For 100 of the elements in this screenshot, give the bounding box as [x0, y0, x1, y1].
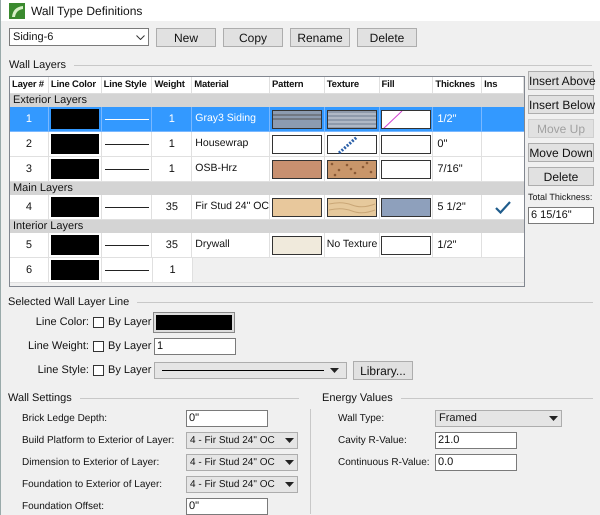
- table-cell-text: Housewrap: [195, 136, 248, 152]
- dropdown-arrow-icon: [285, 482, 294, 486]
- field-label: Foundation Offset:: [21, 500, 106, 514]
- table-cell-text: 7/16": [437, 162, 463, 177]
- column-header[interactable]: Line Color: [48, 77, 102, 93]
- line-color-swatch: [50, 109, 99, 129]
- text-field[interactable]: 21.0: [435, 432, 517, 448]
- library-button[interactable]: Library...: [353, 361, 413, 380]
- wall-type-dropdown[interactable]: Siding-6: [9, 28, 149, 46]
- total-thickness-field[interactable]: 6 15/16": [528, 206, 594, 224]
- field-label: Dimension to Exterior of Layer:: [21, 456, 160, 470]
- side-button[interactable]: Delete: [528, 167, 594, 186]
- field-label: Cavity R-Value:: [337, 434, 408, 448]
- field-label: Foundation to Exterior of Layer:: [21, 478, 164, 492]
- toolbar-button[interactable]: Delete: [357, 28, 417, 46]
- dropdown[interactable]: 4 - Fir Stud 24" OC: [186, 432, 298, 448]
- section-title: Wall Layers: [9, 58, 66, 73]
- column-header[interactable]: Texture: [324, 77, 380, 93]
- table-cell-text: 5 1/2": [437, 200, 466, 215]
- text-field[interactable]: 0": [186, 498, 268, 514]
- table-cell-text: 5: [26, 238, 32, 253]
- line-style-dropdown[interactable]: [154, 362, 347, 379]
- line-color-swatch: [50, 159, 99, 179]
- dropdown-arrow-icon: [285, 460, 294, 464]
- app-logo-icon: [9, 2, 25, 18]
- total-thickness-label: Total Thickness:: [528, 191, 594, 204]
- table-cell-text: 1/2": [437, 238, 457, 253]
- table-cell-text: 1: [169, 262, 176, 278]
- window-title: Wall Type Definitions: [31, 2, 142, 20]
- field-label: Line Weight:: [27, 339, 90, 354]
- table-cell-text: 3: [26, 162, 32, 177]
- side-button[interactable]: Move Down: [528, 143, 594, 162]
- checkbox-label: By Layer: [108, 315, 152, 330]
- column-header[interactable]: Layer #: [10, 77, 49, 93]
- table-cell-text: 2: [26, 136, 32, 152]
- line-color-swatch: [51, 260, 99, 280]
- texture-label: No Texture: [326, 237, 378, 252]
- group-header-row: Exterior Layers: [10, 94, 524, 107]
- layer-row[interactable]: 5 35 Drywall No Texture 1/2": [10, 233, 524, 258]
- line-color-swatch[interactable]: [154, 313, 234, 332]
- column-header[interactable]: Fill: [380, 77, 434, 93]
- table-cell-text: 1: [26, 112, 32, 127]
- table-cell-text: 35: [166, 200, 178, 215]
- table-cell-text: 1/2": [437, 112, 457, 127]
- field-label: Build Platform to Exterior of Layer:: [21, 434, 176, 448]
- column-header[interactable]: Line Style: [102, 77, 152, 93]
- text-field[interactable]: 0": [186, 410, 268, 426]
- table-cell-text: 35: [166, 238, 178, 253]
- checkbox[interactable]: [93, 341, 104, 352]
- checkbox-label: By Layer: [108, 339, 152, 354]
- dropdown[interactable]: Framed: [435, 410, 562, 426]
- dropdown[interactable]: 4 - Fir Stud 24" OC: [186, 476, 298, 492]
- checkbox[interactable]: [93, 317, 104, 328]
- side-button[interactable]: Insert Below: [528, 95, 594, 114]
- table-cell-text: 1: [168, 162, 175, 177]
- column-header[interactable]: Pattern: [270, 77, 325, 93]
- side-button[interactable]: Insert Above: [528, 71, 594, 90]
- line-style-sample: [104, 244, 149, 246]
- line-style-sample: [104, 118, 149, 120]
- line-color-swatch: [50, 235, 99, 255]
- column-header[interactable]: Thicknes: [433, 77, 482, 93]
- line-weight-field[interactable]: 1: [154, 338, 236, 355]
- field-label: Wall Type:: [337, 412, 386, 426]
- line-style-sample: [104, 206, 149, 208]
- column-header[interactable]: Weight: [152, 77, 192, 93]
- layer-row[interactable]: 4 35 Fir Stud 24" OC 5 1/2": [10, 195, 524, 220]
- layer-row[interactable]: 6 1: [10, 258, 524, 283]
- table-cell-text: OSB-Hrz: [195, 161, 238, 176]
- column-header[interactable]: Ins: [482, 77, 524, 93]
- table-cell-text: Fir Stud 24" OC: [195, 199, 270, 214]
- field-label: Line Color:: [34, 315, 90, 330]
- section-title: Energy Values: [322, 390, 393, 406]
- table-cell-text: 1: [168, 112, 175, 127]
- layer-row[interactable]: 2 1 Housewrap 0": [10, 132, 524, 157]
- field-label: Brick Ledge Depth:: [21, 412, 108, 426]
- line-style-sample: [104, 168, 149, 170]
- dropdown-arrow-icon: [330, 368, 339, 373]
- group-header-row: Interior Layers: [10, 220, 524, 233]
- line-color-swatch: [50, 197, 99, 217]
- dropdown[interactable]: 4 - Fir Stud 24" OC: [186, 454, 298, 470]
- table-cell-text: 0": [437, 136, 448, 152]
- section-title: Wall Settings: [8, 390, 72, 406]
- toolbar-button[interactable]: Rename: [290, 28, 350, 46]
- toolbar-button[interactable]: Copy: [223, 28, 283, 46]
- table-cell-text: 1: [168, 136, 175, 152]
- toolbar-button[interactable]: New: [156, 28, 216, 46]
- group-header-row: Main Layers: [10, 182, 524, 195]
- table-cell-text: 6: [26, 262, 32, 278]
- field-label: Line Style:: [36, 363, 90, 378]
- dropdown-arrow-icon: [549, 416, 558, 420]
- column-header[interactable]: Material: [192, 77, 270, 93]
- layer-row[interactable]: 3 1 OSB-Hrz 7/16": [10, 157, 524, 182]
- table-cell-text: 4: [26, 200, 32, 215]
- checkbox-label: By Layer: [108, 363, 152, 378]
- field-label: Continuous R-Value:: [337, 456, 431, 470]
- table-cell-text: Gray3 Siding: [195, 111, 256, 126]
- checkbox[interactable]: [93, 365, 104, 376]
- text-field[interactable]: 0.0: [435, 454, 517, 470]
- section-title: Selected Wall Layer Line: [8, 294, 130, 310]
- table-cell-text: Drywall: [195, 237, 230, 252]
